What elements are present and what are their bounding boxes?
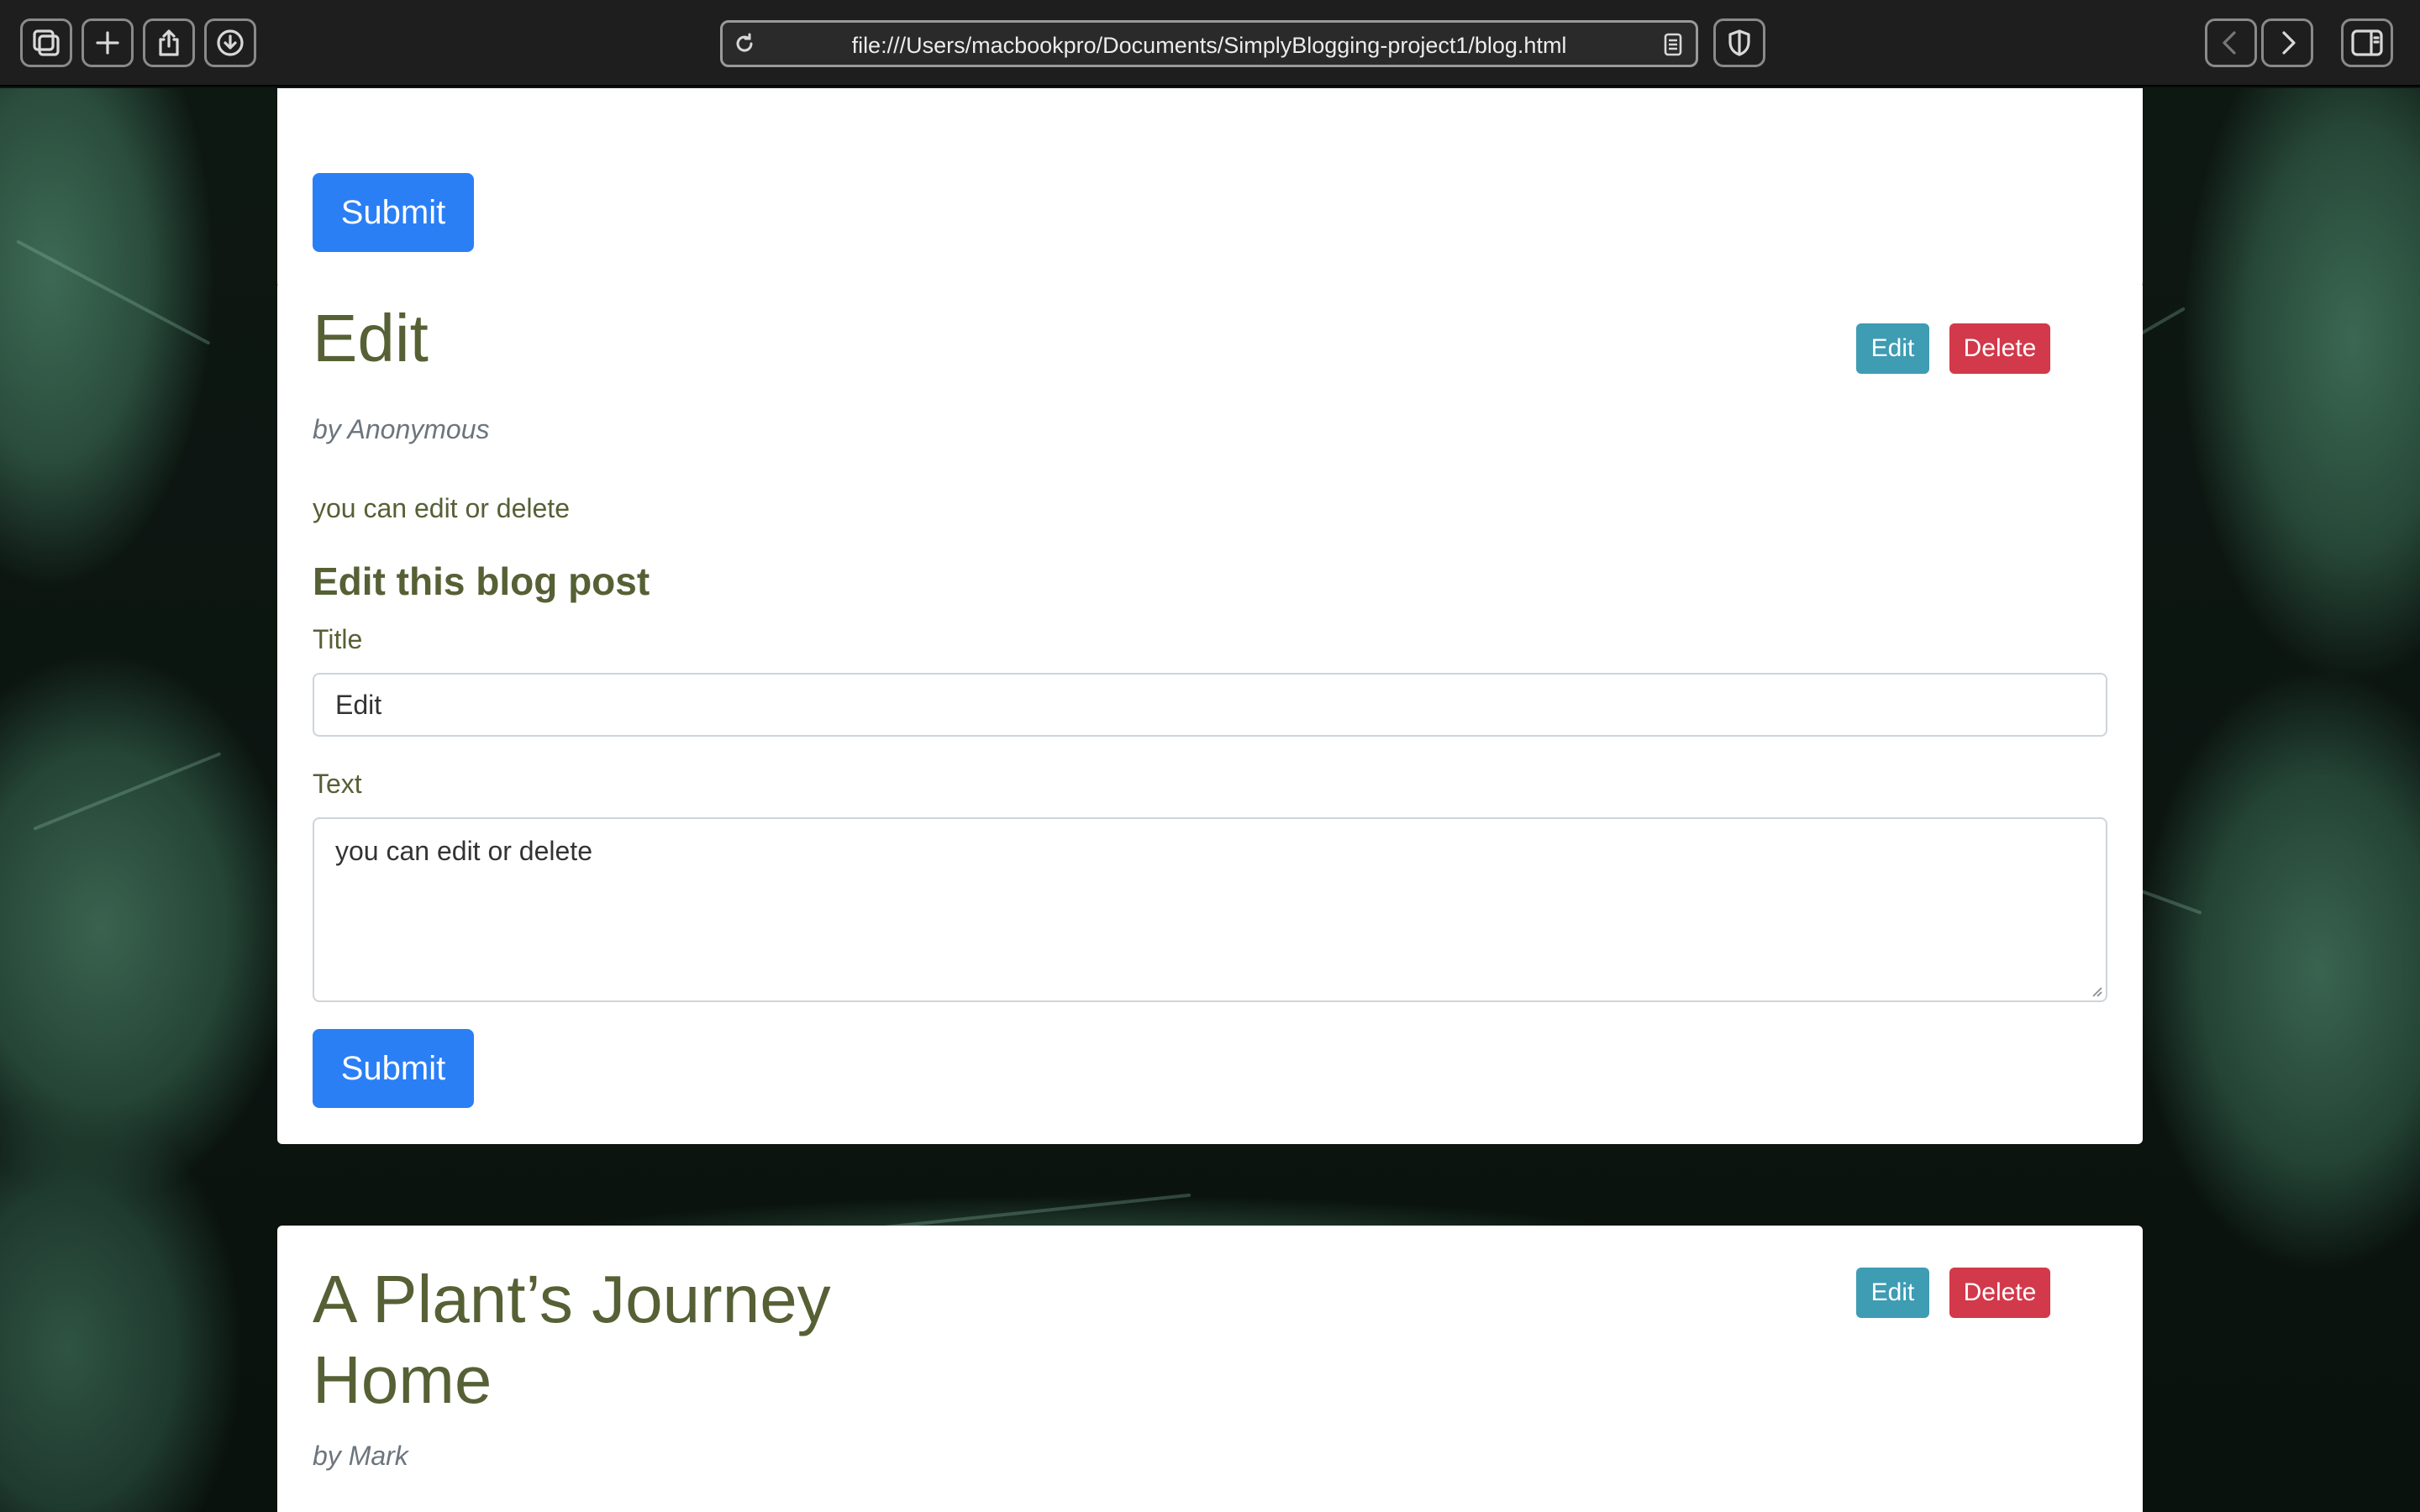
share-icon[interactable] <box>143 18 195 67</box>
post-title: Edit <box>313 301 429 375</box>
text-label: Text <box>313 769 362 799</box>
address-bar[interactable]: file:///Users/macbookpro/Documents/Simpl… <box>720 20 1698 67</box>
forward-icon[interactable] <box>2261 18 2313 67</box>
post-title-line: Home <box>313 1342 492 1417</box>
post-body: you can edit or delete <box>313 493 570 523</box>
post-title-line: A Plant’s Journey <box>313 1262 831 1336</box>
post-card: Edit Edit Delete by Anonymous you can ed… <box>277 281 2143 1144</box>
privacy-shield-icon[interactable] <box>1713 18 1765 67</box>
resize-handle-icon[interactable] <box>2089 984 2102 997</box>
post-card-previous: Submit <box>277 88 2143 288</box>
post-card: A Plant’s Journey Home Edit Delete by Ma… <box>277 1226 2143 1512</box>
sidebar-icon[interactable] <box>2341 18 2393 67</box>
edit-button[interactable]: Edit <box>1856 1268 1929 1318</box>
post-title: A Plant’s Journey Home <box>313 1259 831 1420</box>
post-byline: by Mark <box>313 1441 408 1471</box>
delete-button[interactable]: Delete <box>1949 1268 2050 1318</box>
reload-icon[interactable] <box>733 32 756 55</box>
reader-icon[interactable] <box>1664 33 1682 56</box>
text-textarea[interactable]: you can edit or delete <box>313 817 2107 1002</box>
back-icon[interactable] <box>2205 18 2257 67</box>
tabs-overview-icon[interactable] <box>20 18 72 67</box>
title-input[interactable]: Edit <box>313 673 2107 737</box>
edit-form-heading: Edit this blog post <box>313 559 650 603</box>
post-byline: by Anonymous <box>313 414 490 444</box>
page-background: Submit Edit Edit Delete by Anonymous you… <box>0 88 2420 1512</box>
browser-toolbar: file:///Users/macbookpro/Documents/Simpl… <box>0 0 2420 87</box>
submit-button[interactable]: Submit <box>313 173 474 252</box>
title-input-value: Edit <box>335 689 382 720</box>
url-text: file:///Users/macbookpro/Documents/Simpl… <box>851 33 1567 58</box>
edit-button[interactable]: Edit <box>1856 323 1929 374</box>
submit-button[interactable]: Submit <box>313 1029 474 1108</box>
downloads-icon[interactable] <box>204 18 256 67</box>
title-label: Title <box>313 624 363 654</box>
text-textarea-value: you can edit or delete <box>335 836 592 866</box>
delete-button[interactable]: Delete <box>1949 323 2050 374</box>
new-tab-icon[interactable] <box>82 18 134 67</box>
